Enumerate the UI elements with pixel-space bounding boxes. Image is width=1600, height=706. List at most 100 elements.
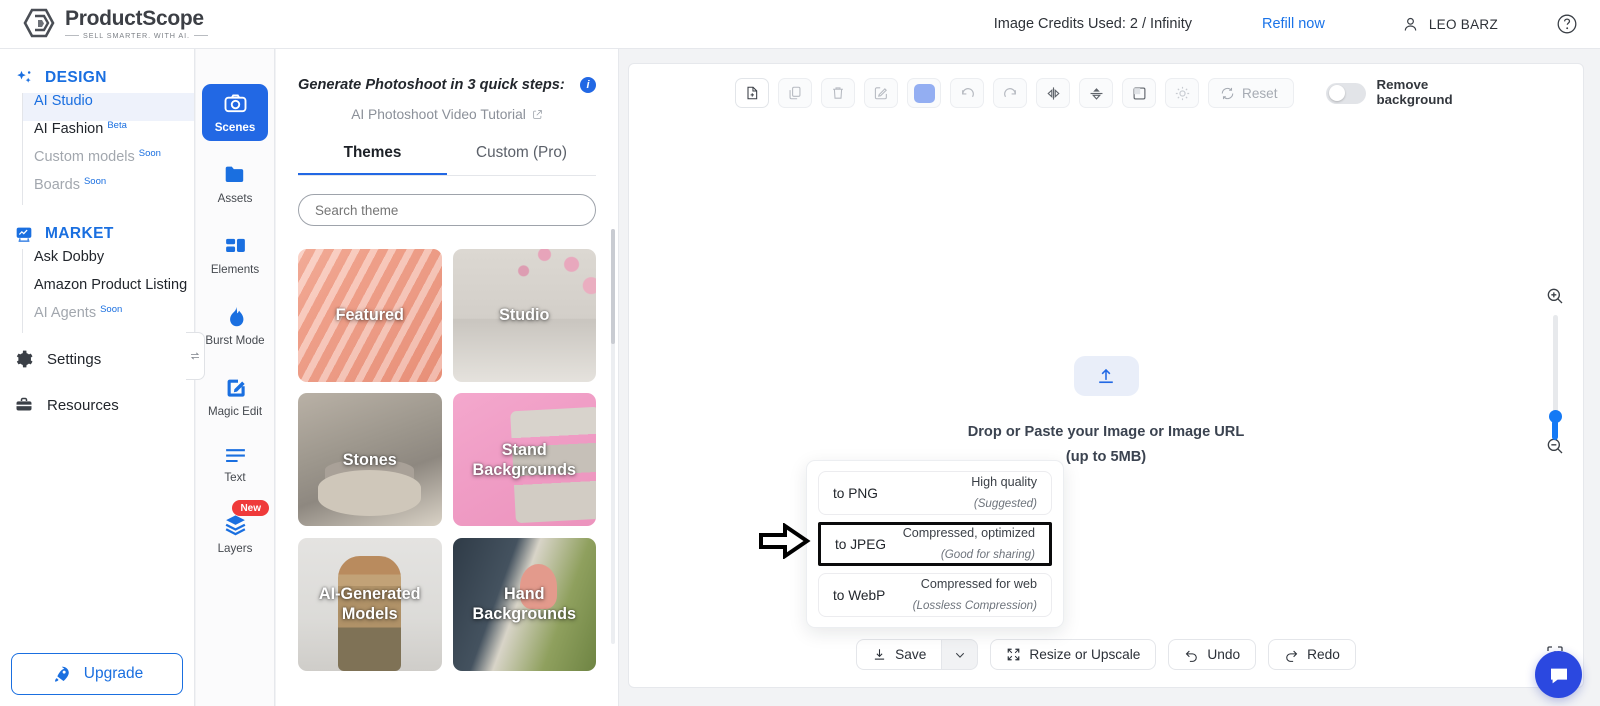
color-swatch-button[interactable] <box>907 78 941 108</box>
theme-card-label: Studio <box>499 306 550 325</box>
export-option-meta1: Compressed, optimized <box>902 526 1035 541</box>
rail-item-label: Burst Mode <box>205 334 265 347</box>
sidebar-item-ai-studio[interactable]: AI Studio <box>23 93 194 121</box>
theme-card-stones[interactable]: Stones <box>298 393 442 527</box>
info-icon[interactable]: i <box>580 77 596 93</box>
undo-button[interactable]: Undo <box>1168 639 1257 670</box>
user-avatar-icon <box>1404 17 1417 30</box>
rail-item-scenes[interactable]: Scenes <box>202 84 268 141</box>
canvas-surface[interactable]: Reset Remove background Drop or Paste yo… <box>628 63 1584 688</box>
zoom-slider-track[interactable] <box>1548 315 1562 440</box>
rail-item-magic-edit[interactable]: Magic Edit <box>202 368 268 425</box>
theme-card-hand-backgrounds[interactable]: Hand Backgrounds <box>452 537 596 671</box>
panel-header: Generate Photoshoot in 3 quick steps: i … <box>276 49 618 122</box>
new-file-button[interactable] <box>735 78 769 108</box>
flip-vertical-button[interactable] <box>1079 78 1113 108</box>
crop-button[interactable] <box>1122 78 1156 108</box>
top-bar: ProductScope SELL SMARTER. WITH AI. Imag… <box>0 0 1600 49</box>
magic-pencil-icon <box>227 379 245 397</box>
productscope-logo-icon <box>23 8 55 38</box>
export-option-jpeg[interactable]: to JPEG Compressed, optimized (Good for … <box>818 522 1052 566</box>
sidebar-item-settings[interactable]: Settings <box>0 339 194 379</box>
brightness-icon <box>1175 86 1189 100</box>
zoom-slider-thumb[interactable] <box>1548 410 1562 440</box>
redo-button[interactable]: Redo <box>1268 639 1356 670</box>
rail-item-label: Assets <box>217 192 253 205</box>
chevron-down-icon <box>955 652 964 658</box>
theme-card-label: Stand Backgrounds <box>472 440 576 479</box>
save-label: Save <box>895 647 927 662</box>
sidebar-item-label: Settings <box>47 350 102 368</box>
chat-support-button[interactable] <box>1535 651 1582 698</box>
sidebar-item-label: Boards <box>34 177 80 193</box>
sidebar-item-label: AI Studio <box>34 93 93 109</box>
trash-icon <box>833 87 843 99</box>
sidebar-item-resources[interactable]: Resources <box>0 385 194 425</box>
rail-item-elements[interactable]: Elements <box>202 226 268 283</box>
export-option-webp[interactable]: to WebP Compressed for web (Lossless Com… <box>818 573 1052 617</box>
video-tutorial-label: AI Photoshoot Video Tutorial <box>351 107 526 122</box>
sidebar-item-ai-fashion[interactable]: AI Fashion Beta <box>23 120 194 149</box>
upgrade-label: Upgrade <box>83 665 144 682</box>
arrow-right-annotation <box>759 523 811 559</box>
toolbar-redo-button[interactable] <box>993 78 1027 108</box>
sidebar-item-boards[interactable]: Boards Soon <box>23 176 194 205</box>
search-input[interactable] <box>298 194 596 226</box>
tab-themes[interactable]: Themes <box>298 144 447 175</box>
theme-card-featured[interactable]: Featured <box>298 249 442 382</box>
resize-upscale-label: Resize or Upscale <box>1029 647 1141 662</box>
rail-item-burst-mode[interactable]: Burst Mode <box>202 297 268 354</box>
flip-horizontal-button[interactable] <box>1036 78 1070 108</box>
reset-button[interactable]: Reset <box>1208 78 1294 108</box>
chat-bubble-icon <box>1550 668 1567 683</box>
panel-scrollbar-thumb[interactable] <box>611 229 615 344</box>
remove-background-toggle[interactable] <box>1325 82 1366 104</box>
sidebar-item-badge: Beta <box>107 120 127 131</box>
refill-now-link[interactable]: Refill now <box>1262 16 1325 32</box>
save-button[interactable]: Save <box>856 639 942 670</box>
sidebar: DESIGN AI Studio AI Fashion Beta Custom … <box>0 49 195 706</box>
rail-item-layers[interactable]: New Layers <box>202 500 269 562</box>
sidebar-item-badge: Soon <box>138 148 161 159</box>
zoom-in-icon[interactable] <box>1545 286 1565 306</box>
sidebar-item-amazon-product-listing[interactable]: Amazon Product Listing <box>23 277 194 305</box>
sidebar-item-ask-dobby[interactable]: Ask Dobby <box>23 249 194 277</box>
rail-item-text[interactable]: Text <box>202 439 268 491</box>
sidebar-group-market: MARKET <box>0 219 194 249</box>
themes-panel: Generate Photoshoot in 3 quick steps: i … <box>276 49 619 706</box>
download-icon <box>875 649 885 660</box>
redo-label: Redo <box>1307 647 1340 662</box>
brightness-button[interactable] <box>1165 78 1199 108</box>
export-option-meta2: (Good for sharing) <box>940 548 1035 561</box>
tool-rail: Scenes Assets Elements Burst Mode Magic … <box>196 49 275 706</box>
sidebar-collapse-handle[interactable] <box>186 332 205 380</box>
export-option-name: to WebP <box>833 587 886 603</box>
export-option-png[interactable]: to PNG High quality (Suggested) <box>818 471 1052 515</box>
redo-icon <box>1286 650 1298 662</box>
delete-button[interactable] <box>821 78 855 108</box>
sidebar-item-badge: Soon <box>83 176 107 187</box>
save-format-dropdown-toggle[interactable] <box>941 639 979 670</box>
user-menu[interactable]: LEO BARZ <box>1401 15 1498 34</box>
video-tutorial-link[interactable]: AI Photoshoot Video Tutorial <box>298 107 596 122</box>
save-button-group: Save <box>856 639 979 670</box>
rail-item-label: Text <box>224 471 246 484</box>
toolbar-undo-button[interactable] <box>950 78 984 108</box>
edit-button[interactable] <box>864 78 898 108</box>
duplicate-button[interactable] <box>778 78 812 108</box>
theme-card-ai-generated-models[interactable]: AI-Generated Models <box>298 537 442 671</box>
export-format-menu: to PNG High quality (Suggested) to JPEG … <box>806 460 1064 628</box>
image-dropzone[interactable]: Drop or Paste your Image or Image URL (u… <box>629 356 1583 465</box>
theme-card-studio[interactable]: Studio <box>452 249 596 382</box>
upgrade-button[interactable]: Upgrade <box>11 653 183 695</box>
tab-custom-pro[interactable]: Custom (Pro) <box>447 144 596 175</box>
zoom-control <box>1545 286 1565 456</box>
sidebar-item-custom-models[interactable]: Custom models Soon <box>23 148 194 177</box>
theme-card-stand-backgrounds[interactable]: Stand Backgrounds <box>452 393 596 527</box>
help-circle-icon[interactable] <box>1556 13 1578 35</box>
brand-logo[interactable]: ProductScope SELL SMARTER. WITH AI. <box>22 7 208 41</box>
color-swatch-icon <box>913 83 935 103</box>
sidebar-item-ai-agents[interactable]: AI Agents Soon <box>23 304 194 333</box>
resize-upscale-button[interactable]: Resize or Upscale <box>990 639 1157 670</box>
rail-item-assets[interactable]: Assets <box>202 155 268 212</box>
